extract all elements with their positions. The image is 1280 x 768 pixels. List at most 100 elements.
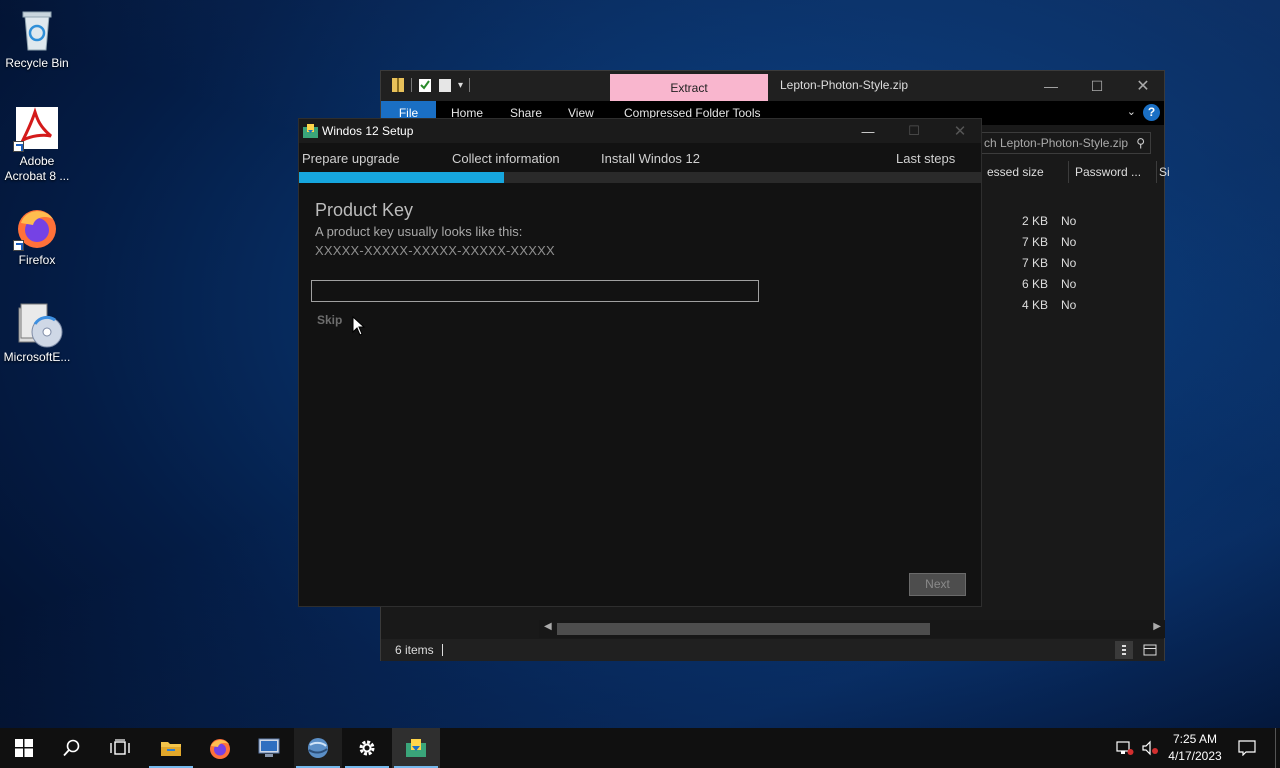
folder-icon bbox=[161, 742, 181, 756]
item-count: 6 items bbox=[395, 643, 434, 657]
explorer-minimize-button[interactable]: — bbox=[1028, 71, 1074, 101]
search-icon: ⚲ bbox=[1136, 136, 1145, 150]
column-header-compressed-size[interactable]: essed size bbox=[981, 161, 1069, 183]
step-install: Install Windos 12 bbox=[601, 151, 700, 166]
explorer-window-title: Lepton-Photon-Style.zip bbox=[780, 78, 909, 92]
step-prepare-upgrade: Prepare upgrade bbox=[302, 151, 400, 166]
password-cell: No bbox=[1061, 235, 1077, 249]
task-view-icon bbox=[110, 739, 130, 755]
taskbar: 7:25 AM 4/17/2023 bbox=[0, 728, 1280, 768]
adobe-acrobat-icon bbox=[13, 106, 59, 152]
compressed-size-cell: 7 KB bbox=[1021, 256, 1048, 270]
help-icon[interactable]: ? bbox=[1143, 104, 1160, 121]
zip-folder-icon[interactable] bbox=[391, 77, 405, 93]
skip-button[interactable]: Skip bbox=[317, 313, 342, 327]
search-placeholder: ch Lepton-Photon-Style.zip bbox=[984, 136, 1129, 150]
toolbar-separator bbox=[411, 78, 412, 92]
table-row[interactable]: 2 KB No bbox=[981, 211, 1161, 232]
search-button[interactable] bbox=[48, 728, 96, 768]
notifications-icon bbox=[1238, 740, 1256, 756]
next-button[interactable]: Next bbox=[909, 573, 966, 596]
recycle-bin-icon bbox=[15, 8, 59, 52]
file-list: 2 KB No 7 KB No 7 KB No 6 KB No 4 KB No bbox=[981, 211, 1161, 316]
desktop-icon-label: Recycle Bin bbox=[5, 56, 69, 70]
network-icon[interactable] bbox=[1114, 728, 1136, 768]
step-last-steps: Last steps bbox=[896, 151, 956, 166]
table-row[interactable]: 7 KB No bbox=[981, 232, 1161, 253]
desktop-icon-firefox[interactable]: Firefox bbox=[2, 205, 72, 268]
firefox-icon bbox=[210, 739, 230, 759]
table-row[interactable]: 6 KB No bbox=[981, 274, 1161, 295]
search-input[interactable]: ch Lepton-Photon-Style.zip ⚲ bbox=[979, 132, 1151, 154]
setup-window-title: Windos 12 Setup bbox=[322, 124, 414, 138]
action-center-button[interactable] bbox=[1232, 728, 1262, 768]
customize-toolbar-icon[interactable]: ▾ bbox=[458, 80, 463, 91]
explorer-status-bar: 6 items bbox=[381, 639, 1164, 661]
clock-date: 4/17/2023 bbox=[1168, 749, 1222, 763]
setup-minimize-button[interactable]: — bbox=[845, 119, 891, 143]
setup-app-icon bbox=[303, 124, 318, 138]
explorer-maximize-button[interactable]: ☐ bbox=[1074, 71, 1120, 101]
shortcut-arrow-icon bbox=[13, 240, 24, 251]
installer-disc-icon bbox=[15, 302, 63, 348]
scroll-left-arrow-icon[interactable]: ◀ bbox=[544, 621, 552, 632]
column-header-size[interactable]: Si bbox=[1157, 161, 1169, 183]
task-view-button[interactable] bbox=[96, 728, 144, 768]
search-icon bbox=[63, 739, 80, 757]
shortcut-arrow-icon bbox=[13, 141, 24, 152]
properties-icon[interactable] bbox=[418, 77, 432, 93]
firefox-icon bbox=[13, 205, 59, 251]
page-title: Product Key bbox=[315, 200, 414, 220]
scroll-right-arrow-icon[interactable]: ▶ bbox=[1153, 621, 1161, 632]
desktop-icon-label: MicrosoftE... bbox=[3, 350, 71, 364]
explorer-close-button[interactable]: ✕ bbox=[1120, 71, 1166, 101]
password-cell: No bbox=[1061, 214, 1077, 228]
product-key-sample: XXXXX-XXXXX-XXXXX-XXXXX-XXXXX bbox=[315, 243, 555, 258]
column-header-password[interactable]: Password ... bbox=[1069, 161, 1157, 183]
horizontal-scrollbar[interactable]: ◀ ▶ bbox=[539, 620, 1165, 638]
desktop-icon-label: Adobe Acrobat 8 ... bbox=[4, 154, 70, 183]
expand-ribbon-chevron-icon[interactable]: ⌄ bbox=[1127, 105, 1136, 118]
desktop-icon-recycle-bin[interactable]: Recycle Bin bbox=[2, 8, 72, 71]
setup-progress-fill bbox=[299, 172, 504, 183]
setup-title-bar: Windos 12 Setup — ☐ ✕ bbox=[299, 119, 981, 143]
start-button[interactable] bbox=[0, 728, 48, 768]
taskbar-browser-app[interactable] bbox=[294, 728, 342, 768]
desktop-icon-adobe-acrobat[interactable]: Adobe Acrobat 8 ... bbox=[2, 106, 72, 184]
product-key-input[interactable] bbox=[311, 280, 759, 302]
setup-app-icon bbox=[406, 739, 426, 757]
compressed-size-cell: 6 KB bbox=[1021, 277, 1048, 291]
quick-access-toolbar: ▾ bbox=[391, 77, 471, 93]
password-cell: No bbox=[1061, 256, 1077, 270]
taskbar-file-explorer[interactable] bbox=[147, 728, 195, 768]
details-view-icon[interactable] bbox=[1115, 641, 1133, 659]
compressed-size-cell: 7 KB bbox=[1021, 235, 1048, 249]
taskbar-firefox[interactable] bbox=[196, 728, 244, 768]
desktop-icon-microsoft-edge-installer[interactable]: MicrosoftE... bbox=[2, 302, 72, 365]
large-icons-view-icon[interactable] bbox=[1141, 641, 1159, 659]
table-row[interactable]: 7 KB No bbox=[981, 253, 1161, 274]
taskbar-settings[interactable] bbox=[343, 728, 391, 768]
volume-muted-icon[interactable] bbox=[1139, 728, 1161, 768]
scrollbar-thumb[interactable] bbox=[557, 623, 930, 635]
toolbar-separator bbox=[469, 78, 471, 92]
product-key-description: A product key usually looks like this: bbox=[315, 224, 523, 239]
compressed-size-cell: 4 KB bbox=[1021, 298, 1048, 312]
table-row[interactable]: 4 KB No bbox=[981, 295, 1161, 316]
password-cell: No bbox=[1061, 298, 1077, 312]
monitor-app-icon bbox=[258, 738, 280, 757]
password-cell: No bbox=[1061, 277, 1077, 291]
gear-icon bbox=[359, 740, 375, 756]
status-separator bbox=[442, 644, 443, 656]
taskbar-setup[interactable] bbox=[392, 728, 440, 768]
setup-close-button[interactable]: ✕ bbox=[937, 119, 983, 143]
compressed-size-cell: 2 KB bbox=[1021, 214, 1048, 228]
taskbar-remote-desktop[interactable] bbox=[245, 728, 293, 768]
system-clock[interactable]: 7:25 AM 4/17/2023 bbox=[1160, 731, 1230, 765]
explorer-title-bar: ▾ Extract Lepton-Photon-Style.zip — ☐ ✕ bbox=[381, 71, 1166, 102]
extract-context-tab[interactable]: Extract bbox=[610, 74, 768, 102]
clock-time: 7:25 AM bbox=[1172, 732, 1218, 746]
new-folder-icon[interactable] bbox=[438, 77, 452, 93]
show-desktop-button[interactable] bbox=[1275, 728, 1276, 768]
setup-maximize-button[interactable]: ☐ bbox=[891, 119, 937, 143]
